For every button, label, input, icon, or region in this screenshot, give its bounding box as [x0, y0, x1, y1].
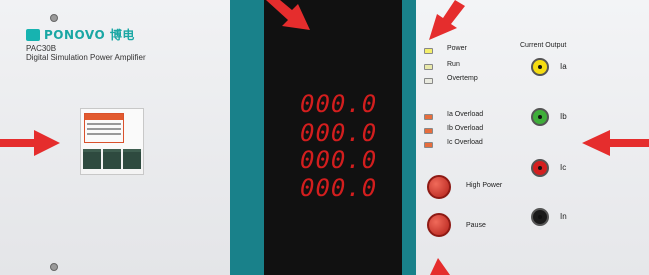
- status-led: [424, 128, 433, 134]
- output-jack-ic[interactable]: [531, 159, 549, 177]
- arrow-left-icon: [0, 130, 60, 156]
- arrow-bottom-icon: [430, 258, 450, 275]
- output-jack-label: In: [560, 212, 567, 221]
- display-reading: 000.0: [300, 174, 378, 202]
- product-description: Digital Simulation Power Amplifier: [26, 53, 146, 62]
- amplifier-front-panel: PONOVO 博电 PAC30B Digital Simulation Powe…: [0, 0, 649, 275]
- pause-label: Pause: [466, 222, 486, 229]
- status-led: [424, 114, 433, 120]
- high-power-button[interactable]: [427, 175, 451, 199]
- breaker-handle[interactable]: [123, 149, 141, 169]
- status-led: [424, 142, 433, 148]
- output-jack-ia[interactable]: [531, 58, 549, 76]
- breaker-label-area: [81, 109, 143, 149]
- status-led-label: Overtemp: [447, 75, 478, 82]
- status-led: [424, 64, 433, 70]
- brand-logo: PONOVO 博电: [26, 26, 135, 43]
- output-jack-label: Ic: [560, 163, 567, 172]
- teal-band-right: [402, 0, 416, 275]
- breaker-rating-label: [84, 113, 124, 143]
- breaker-handle[interactable]: [83, 149, 101, 169]
- screw: [50, 14, 58, 22]
- screw: [50, 263, 58, 271]
- breaker-handles[interactable]: [83, 149, 141, 169]
- status-led-label: Power: [447, 45, 467, 52]
- pause-button[interactable]: [427, 213, 451, 237]
- circuit-breaker[interactable]: [80, 108, 144, 175]
- arrow-right-icon: [582, 130, 649, 156]
- current-output-title: Current Output: [520, 42, 567, 49]
- output-jack-label: Ib: [560, 112, 567, 121]
- arrow-top-led-icon: [429, 0, 465, 40]
- teal-band-left: [230, 0, 264, 275]
- high-power-label: High Power: [466, 182, 503, 189]
- display-reading: 000.0: [300, 146, 378, 174]
- status-led-label: Ib Overload: [447, 125, 484, 132]
- status-led-label: Ic Overload: [447, 139, 483, 146]
- display-reading: 000.0: [300, 90, 378, 118]
- status-led: [424, 78, 433, 84]
- breaker-handle[interactable]: [103, 149, 121, 169]
- output-jack-label: Ia: [560, 62, 567, 71]
- status-led-label: Run: [447, 61, 460, 68]
- status-led: [424, 48, 433, 54]
- arrow-top-display-icon: [266, 0, 310, 30]
- output-jack-in[interactable]: [531, 208, 549, 226]
- output-jack-ib[interactable]: [531, 108, 549, 126]
- status-led-label: Ia Overload: [447, 111, 484, 118]
- logo-icon: [26, 28, 40, 41]
- display-reading: 000.0: [300, 119, 378, 147]
- brand-name: PONOVO 博电: [44, 28, 135, 42]
- model-number: PAC30B: [26, 44, 57, 53]
